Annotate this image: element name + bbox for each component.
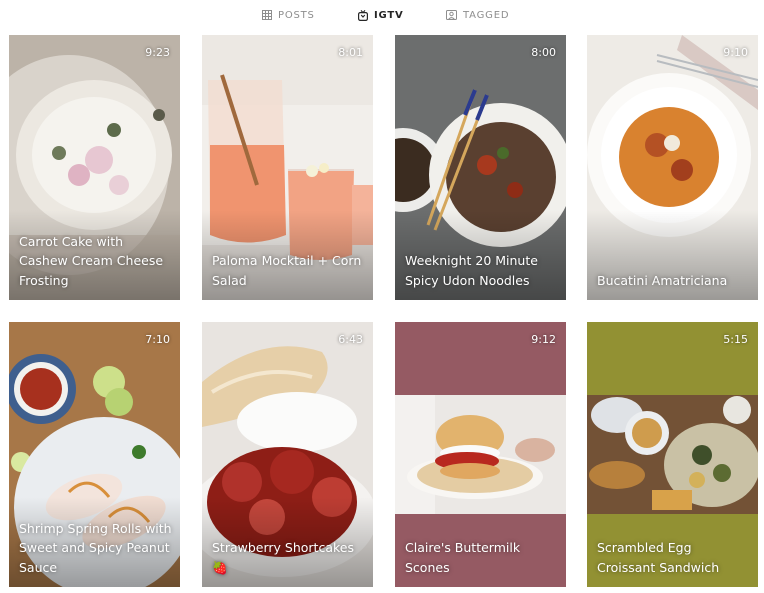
video-title: Strawberry Shortcakes 🍓 — [212, 540, 354, 575]
video-duration: 5:15 — [723, 333, 748, 346]
video-card-spring-rolls[interactable]: 7:10 Shrimp Spring Rolls with Sweet and … — [9, 322, 180, 587]
video-title: Scrambled Egg Croissant Sandwich — [597, 540, 720, 575]
video-title: Carrot Cake with Cashew Cream Cheese Fro… — [19, 233, 164, 288]
tab-igtv[interactable]: IGTV — [358, 8, 404, 22]
profile-tabs: POSTS IGTV TAGGED — [0, 0, 764, 30]
video-duration: 9:23 — [145, 46, 170, 59]
video-duration: 9:10 — [723, 46, 748, 59]
video-card-paloma-mocktail[interactable]: 8:01 Paloma Mocktail + Corn Salad — [202, 35, 373, 300]
video-title: Paloma Mocktail + Corn Salad — [212, 253, 362, 288]
tab-igtv-label: IGTV — [374, 9, 404, 21]
croissant-sandwich-thumbnail — [587, 395, 758, 514]
video-card-bucatini[interactable]: 9:10 Bucatini Amatriciana — [587, 35, 758, 300]
video-title: Shrimp Spring Rolls with Sweet and Spicy… — [19, 520, 172, 575]
video-card-scrambled-egg-croissant[interactable]: 5:15 Scrambled Egg Croissant Sandwich — [587, 322, 758, 587]
video-duration: 9:12 — [531, 333, 556, 346]
igtv-icon — [358, 9, 368, 21]
tagged-person-icon — [446, 10, 457, 20]
video-duration: 6:43 — [338, 333, 363, 346]
tab-posts[interactable]: POSTS — [262, 8, 315, 22]
grid-icon — [262, 10, 272, 20]
video-card-claires-scones[interactable]: 9:12 Claire's Buttermilk Scones — [395, 322, 566, 587]
video-title: Weeknight 20 Minute Spicy Udon Noodles — [405, 253, 538, 288]
video-duration: 8:01 — [338, 46, 363, 59]
video-duration: 8:00 — [531, 46, 556, 59]
tab-tagged-label: TAGGED — [463, 9, 510, 21]
tab-tagged[interactable]: TAGGED — [446, 8, 509, 22]
tab-posts-label: POSTS — [278, 9, 315, 21]
video-title: Claire's Buttermilk Scones — [405, 540, 521, 575]
video-title: Bucatini Amatriciana — [597, 272, 728, 288]
scones-thumbnail — [395, 395, 566, 514]
video-card-spicy-udon[interactable]: 8:00 Weeknight 20 Minute Spicy Udon Nood… — [395, 35, 566, 300]
video-card-strawberry-shortcakes[interactable]: 6:43 Strawberry Shortcakes 🍓 — [202, 322, 373, 587]
video-duration: 7:10 — [145, 333, 170, 346]
video-card-carrot-cake[interactable]: 9:23 Carrot Cake with Cashew Cream Chees… — [9, 35, 180, 300]
